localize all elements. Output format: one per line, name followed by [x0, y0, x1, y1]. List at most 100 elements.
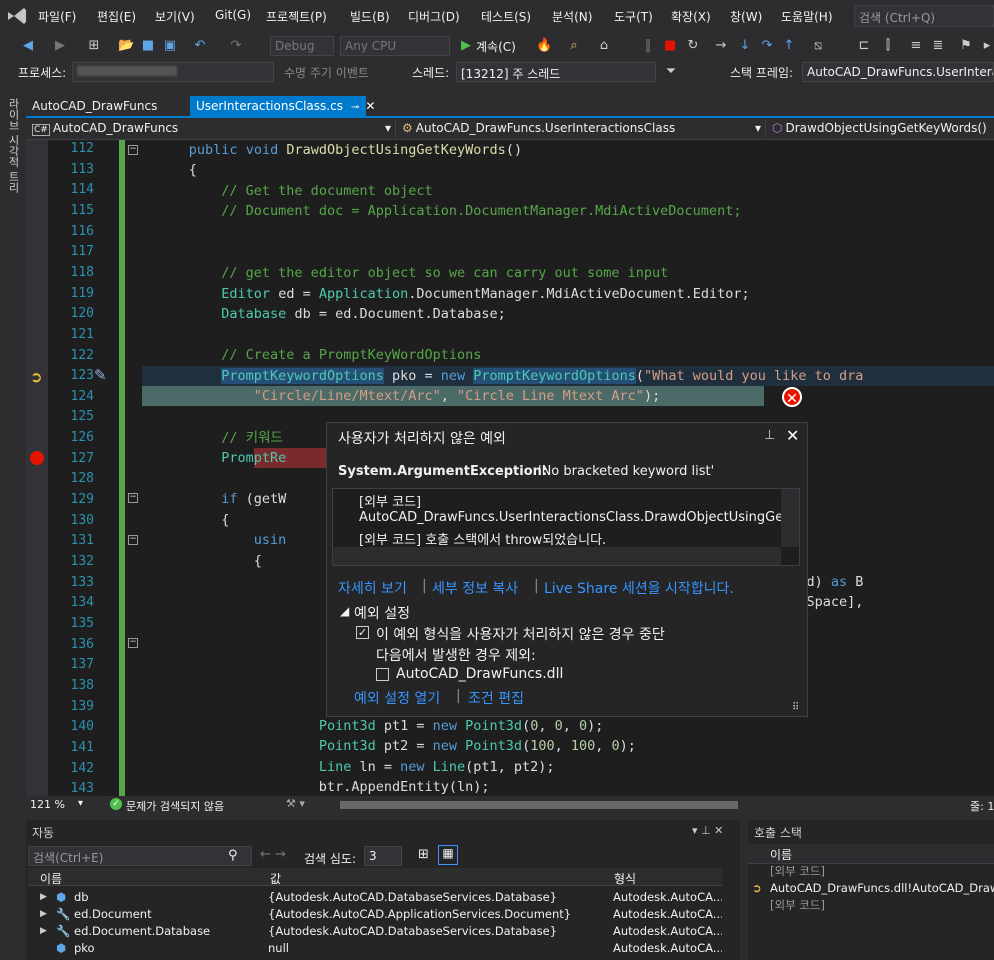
vertical-scrollbar[interactable] — [781, 489, 799, 547]
hot-reload-icon[interactable]: 🔥 — [536, 38, 552, 54]
autos-search-input[interactable]: 검색(Ctrl+E) — [28, 846, 252, 866]
step-over-icon[interactable]: ↷ — [760, 38, 774, 54]
pin-icon[interactable]: ⊥ — [764, 428, 775, 443]
visual-studio-logo-icon[interactable] — [6, 6, 28, 26]
pause-icon[interactable]: ‖ — [642, 38, 654, 54]
close-icon[interactable]: ✕ — [365, 99, 375, 113]
callstack-row[interactable]: [외부 코드] — [748, 897, 994, 914]
project-dropdown[interactable]: C# AutoCAD_DrawFuncs ▾ — [28, 119, 396, 138]
undo-icon[interactable]: ↶ — [192, 38, 208, 54]
uncomment-icon[interactable]: ≣ — [930, 38, 946, 54]
tab-autocad-drawfuncs[interactable]: AutoCAD_DrawFuncs — [26, 96, 190, 118]
menu-item[interactable]: 창(W) — [730, 8, 762, 25]
break-checkbox[interactable]: ✓ — [356, 626, 369, 639]
save-all-icon[interactable]: ▣ — [162, 38, 178, 54]
search-icon[interactable]: ⚲ — [228, 848, 238, 863]
lifecycle-events[interactable]: 수명 주기 이벤트 — [284, 64, 369, 81]
thread-dropdown[interactable]: [13212] 주 스레드 — [456, 62, 656, 82]
collapse-icon[interactable]: − — [128, 535, 138, 545]
show-next-statement-icon[interactable]: → — [714, 38, 728, 54]
find-icon[interactable]: ⌕ — [566, 38, 582, 54]
menu-item[interactable]: 편집(E) — [97, 8, 136, 25]
horizontal-scrollbar[interactable] — [333, 547, 781, 565]
config-dropdown[interactable]: Debug — [270, 36, 334, 56]
table-row[interactable]: ▶ ⬢ db {Autodesk.AutoCAD.DatabaseServices.D… — [28, 889, 722, 906]
tab-userinteractionsclass[interactable]: UserInteractionsClass.cs ⊸ ✕ — [190, 96, 375, 118]
redo-icon[interactable]: ↷ — [228, 38, 244, 54]
restart-icon[interactable]: ↻ — [686, 38, 700, 54]
table-row[interactable]: ⬢ pko null Autodesk.AutoCA... — [28, 940, 722, 957]
align-icon[interactable]: ⊏ — [856, 38, 872, 54]
filter-icon[interactable]: ⏷ — [664, 64, 678, 80]
view-details-link[interactable]: 자세히 보기 — [338, 578, 407, 598]
step-out-icon[interactable]: ↑ — [782, 38, 796, 54]
menu-item[interactable]: 보기(V) — [155, 8, 195, 25]
copy-details-link[interactable]: 세부 정보 복사 — [432, 578, 518, 598]
menu-item[interactable]: 빌드(B) — [350, 8, 390, 25]
indicator-margin[interactable] — [26, 140, 48, 796]
column-header-value[interactable]: 값 — [270, 870, 281, 887]
menu-item[interactable]: 테스트(S) — [481, 8, 531, 25]
hex-icon[interactable]: ⧅ — [810, 38, 826, 54]
continue-button[interactable]: 계속(C) — [476, 38, 516, 55]
panel-options-icon[interactable]: ▾ ⊥ ✕ — [692, 824, 723, 837]
menu-item[interactable]: 도구(T) — [614, 8, 653, 25]
back-icon[interactable]: ← → — [260, 847, 286, 862]
expand-arrow-icon[interactable]: ▶ — [40, 889, 47, 906]
horizontal-scroll-thumb[interactable] — [340, 801, 738, 809]
platform-dropdown[interactable]: Any CPU — [340, 36, 450, 56]
pin-icon[interactable]: ⊞ — [418, 847, 429, 862]
column-header-type[interactable]: 형식 — [614, 870, 636, 887]
menu-item[interactable]: 분석(N) — [552, 8, 592, 25]
collapse-icon[interactable]: − — [128, 145, 138, 155]
bookmark-icon[interactable]: ⚑ — [958, 38, 974, 54]
zoom-level[interactable]: 121 % — [30, 798, 65, 811]
comment-icon[interactable]: ≡ — [908, 38, 924, 54]
column-header-name[interactable]: 이름 — [40, 870, 62, 887]
resize-grip-icon[interactable]: ⠿ — [792, 702, 799, 713]
expand-arrow-icon[interactable]: ▶ — [40, 906, 47, 923]
step-into-icon[interactable]: ↓ — [738, 38, 752, 54]
cleanup-icon[interactable]: ⚒ ▾ — [286, 797, 305, 810]
breakpoint-icon[interactable] — [30, 451, 44, 465]
collapse-icon[interactable]: − — [128, 493, 138, 503]
exception-helper-icon[interactable]: ✎ — [94, 366, 107, 384]
menu-item[interactable]: 확장(X) — [671, 8, 711, 25]
hex-display-icon[interactable]: ▦ — [438, 845, 458, 865]
live-visual-tree-tab[interactable]: 라이브 시각적 트리 — [5, 98, 21, 193]
stop-icon[interactable]: ■ — [664, 38, 676, 54]
expand-triangle-icon[interactable]: ◢ — [340, 604, 349, 618]
indent-icon[interactable]: ⫿ — [880, 38, 896, 54]
close-icon[interactable]: ✕ — [786, 426, 799, 445]
forward-icon[interactable]: ▶ — [52, 38, 68, 54]
menu-item[interactable]: 파일(F) — [38, 8, 76, 25]
column-header-name[interactable]: 이름 — [770, 846, 792, 863]
new-item-icon[interactable]: ⊞ — [86, 38, 102, 54]
expand-arrow-icon[interactable]: ▶ — [40, 923, 47, 940]
issues-status[interactable]: 문제가 검색되지 않음 — [126, 798, 224, 814]
save-icon[interactable]: ■ — [140, 38, 156, 54]
pin-icon[interactable]: ⊸ — [351, 102, 359, 113]
exception-stack-box[interactable]: [외부 코드] AutoCAD_DrawFuncs.UserInteractio… — [332, 488, 800, 566]
error-x-icon[interactable]: ✕ — [782, 387, 802, 407]
member-dropdown[interactable]: ⬡ DrawdObjectUsingGetKeyWords() — [768, 119, 994, 138]
class-dropdown[interactable]: ⚙ AutoCAD_DrawFuncs.UserInteractionsClass… — [398, 119, 766, 138]
open-exception-settings-link[interactable]: 예외 설정 열기 — [354, 688, 440, 708]
collapse-icon[interactable]: − — [128, 638, 138, 648]
stackframe-dropdown[interactable]: AutoCAD_DrawFuncs.UserInteraction — [802, 62, 994, 82]
live-share-link[interactable]: Live Share 세션을 시작합니다. — [544, 578, 734, 598]
table-row[interactable]: ▶ 🔧 ed.Document {Autodesk.AutoCAD.Applicati… — [28, 906, 722, 923]
depth-dropdown[interactable]: 3 — [364, 846, 402, 866]
browser-icon[interactable]: ⌂ — [596, 38, 612, 54]
menu-item[interactable]: 디버그(D) — [408, 8, 460, 25]
process-dropdown[interactable] — [72, 62, 274, 82]
dll-checkbox[interactable] — [376, 668, 389, 681]
search-box[interactable]: 검색 (Ctrl+Q) — [854, 5, 994, 27]
back-icon[interactable]: ◀ — [20, 38, 36, 54]
table-row[interactable]: ▶ 🔧 ed.Document.Database {Autodesk.AutoCAD.… — [28, 923, 722, 940]
chevron-down-icon[interactable]: ▾ — [78, 798, 83, 809]
menu-item[interactable]: 프로젝트(P) — [266, 8, 327, 25]
next-bookmark-icon[interactable]: ▸ — [980, 38, 994, 54]
menu-item[interactable]: Git(G) — [215, 8, 251, 22]
continue-icon[interactable]: ▶ — [458, 38, 474, 54]
